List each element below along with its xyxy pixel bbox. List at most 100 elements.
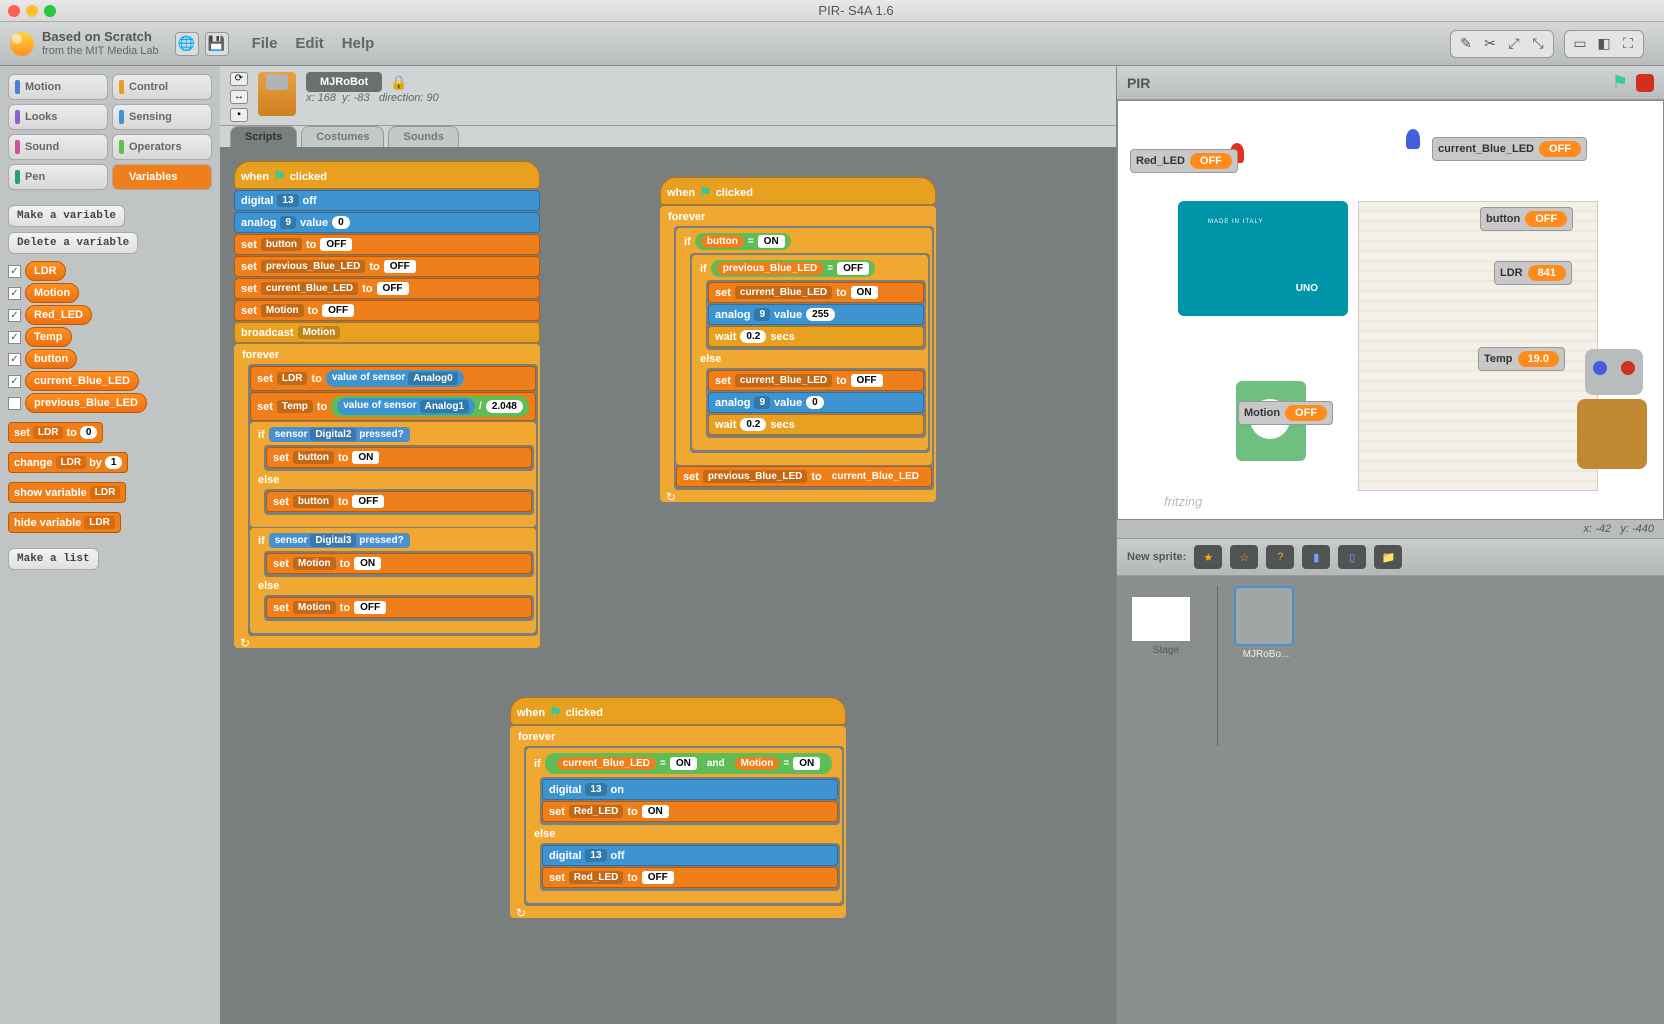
stage-thumbnail[interactable]: Stage <box>1131 596 1201 656</box>
category-looks[interactable]: Looks <box>8 104 108 130</box>
forever-3[interactable]: forever if current_Blue_LED=ON and Motio… <box>510 726 846 918</box>
make-list-button[interactable]: Make a list <box>8 548 99 570</box>
language-icon[interactable]: 🌐 <box>175 32 199 56</box>
set-prev-to-cur[interactable]: setprevious_Blue_LEDtocurrent_Blue_LED <box>676 466 932 487</box>
var-checkbox[interactable]: ✓ <box>8 375 21 388</box>
menu-edit[interactable]: Edit <box>295 35 323 52</box>
var-pill[interactable]: previous_Blue_LED <box>25 393 147 413</box>
shrink-icon[interactable]: ⤡ <box>1529 35 1547 53</box>
folder-icon[interactable]: 📁 <box>1374 545 1402 569</box>
if-digital3[interactable]: ifsensor Digital3 pressed? setMotiontoON… <box>250 528 536 633</box>
watcher-button[interactable]: buttonOFF <box>1480 207 1573 231</box>
var-pill[interactable]: current_Blue_LED <box>25 371 139 391</box>
hide-var-block[interactable]: hide variable LDR <box>8 512 121 533</box>
hat-when-flag-2[interactable]: when⚑clicked <box>660 177 936 205</box>
hat-when-flag-3[interactable]: when⚑clicked <box>510 697 846 725</box>
tab-scripts[interactable]: Scripts <box>230 126 297 147</box>
var-checkbox[interactable]: ✓ <box>8 265 21 278</box>
green-flag-icon: ⚑ <box>273 168 286 185</box>
rotate-free-icon[interactable]: ⟳ <box>230 72 248 86</box>
if-digital2[interactable]: ifsensor Digital2 pressed? setbuttontoON… <box>250 422 536 527</box>
normal-stage-icon[interactable]: ◧ <box>1595 35 1613 53</box>
make-variable-button[interactable]: Make a variable <box>8 205 125 227</box>
window-close[interactable] <box>8 5 20 17</box>
digital-off-block[interactable]: digital13off <box>234 190 540 211</box>
set-button-off[interactable]: setbuttontoOFF <box>234 234 540 255</box>
broadcast-motion[interactable]: broadcastMotion <box>234 322 540 343</box>
analog-value-block[interactable]: analog9value0 <box>234 212 540 233</box>
sprite-thumb-mjrobot[interactable]: MJRoBo... <box>1234 586 1298 660</box>
set-curblue-off[interactable]: setcurrent_Blue_LEDtoOFF <box>234 278 540 299</box>
green-flag-button[interactable]: ⚑ <box>1612 72 1628 93</box>
tab-costumes[interactable]: Costumes <box>301 126 384 147</box>
script-stack-2[interactable]: when⚑clicked forever ifbutton=ON ifprevi… <box>660 177 936 503</box>
var-checkbox[interactable]: ✓ <box>8 309 21 322</box>
watcher-LDR[interactable]: LDR841 <box>1494 261 1572 285</box>
watcher-Red_LED[interactable]: Red_LEDOFF <box>1130 149 1238 173</box>
stage-canvas[interactable]: fritzing Red_LEDOFFcurrent_Blue_LEDOFFbu… <box>1117 100 1664 520</box>
category-motion[interactable]: Motion <box>8 74 108 100</box>
watcher-Temp[interactable]: Temp19.0 <box>1478 347 1565 371</box>
menu-bar: File Edit Help <box>252 35 375 52</box>
if-button-on[interactable]: ifbutton=ON ifprevious_Blue_LED=OFF setc… <box>676 228 932 465</box>
script-stack-1[interactable]: when⚑clicked digital13off analog9value0 … <box>234 161 540 649</box>
set-prevblue-off[interactable]: setprevious_Blue_LEDtoOFF <box>234 256 540 277</box>
var-checkbox[interactable]: ✓ <box>8 287 21 300</box>
stop-button[interactable] <box>1636 74 1654 92</box>
watcher-Motion[interactable]: MotionOFF <box>1238 401 1333 425</box>
if-curblue-and-motion[interactable]: if current_Blue_LED=ON and Motion=ON dig… <box>526 748 842 903</box>
category-pen[interactable]: Pen <box>8 164 108 190</box>
script-area[interactable]: when⚑clicked digital13off analog9value0 … <box>220 147 1116 1024</box>
forever-1[interactable]: forever setLDRtovalue of sensorAnalog0 s… <box>234 344 540 648</box>
tab-sounds[interactable]: Sounds <box>388 126 458 147</box>
set-temp-sensor[interactable]: setTemptovalue of sensorAnalog1 / 2.048 <box>250 392 536 421</box>
var-pill[interactable]: button <box>25 349 77 369</box>
menu-help[interactable]: Help <box>342 35 375 52</box>
var-checkbox[interactable]: ✓ <box>8 353 21 366</box>
cut-icon[interactable]: ✂ <box>1481 35 1499 53</box>
sprite-tabs: Scripts Costumes Sounds <box>220 126 1116 147</box>
present-icon[interactable]: ⛶ <box>1619 35 1637 53</box>
var-checkbox[interactable] <box>8 397 21 410</box>
window-minimize[interactable] <box>26 5 38 17</box>
show-var-block[interactable]: show variable LDR <box>8 482 126 503</box>
sprite-name-field[interactable]: MJRoBot <box>306 72 382 92</box>
choose-sprite-icon[interactable]: ☆ <box>1230 545 1258 569</box>
var-checkbox[interactable]: ✓ <box>8 331 21 344</box>
menu-file[interactable]: File <box>252 35 278 52</box>
save-icon[interactable]: 💾 <box>205 32 229 56</box>
surprise-sprite-icon[interactable]: ? <box>1266 545 1294 569</box>
window-zoom[interactable] <box>44 5 56 17</box>
var-pill[interactable]: Temp <box>25 327 72 347</box>
script-stack-3[interactable]: when⚑clicked forever if current_Blue_LED… <box>510 697 846 919</box>
category-variables[interactable]: Variables <box>112 164 212 190</box>
sort-2-icon[interactable]: ▯ <box>1338 545 1366 569</box>
watcher-current_Blue_LED[interactable]: current_Blue_LEDOFF <box>1432 137 1587 161</box>
category-sensing[interactable]: Sensing <box>112 104 212 130</box>
small-stage-icon[interactable]: ▭ <box>1571 35 1589 53</box>
change-var-block[interactable]: change LDR by 1 <box>8 452 128 473</box>
hat-when-flag[interactable]: when⚑clicked <box>234 161 540 189</box>
rotate-flip-icon[interactable]: ↔ <box>230 90 248 104</box>
grow-icon[interactable]: ⤢ <box>1505 35 1523 53</box>
sprite-thumbnail[interactable] <box>258 72 296 116</box>
sort-1-icon[interactable]: ▮ <box>1302 545 1330 569</box>
var-pill[interactable]: LDR <box>25 261 66 281</box>
var-pill[interactable]: Motion <box>25 283 79 303</box>
forever-2[interactable]: forever ifbutton=ON ifprevious_Blue_LED=… <box>660 206 936 502</box>
category-control[interactable]: Control <box>112 74 212 100</box>
rotate-none-icon[interactable]: ▪ <box>230 108 248 122</box>
robot-sprite[interactable] <box>1533 349 1653 509</box>
stamp-icon[interactable]: ✎ <box>1457 35 1475 53</box>
var-pill[interactable]: Red_LED <box>25 305 92 325</box>
stage-coords: x: -42 y: -440 <box>1117 520 1664 538</box>
set-var-block[interactable]: set LDR to 0 <box>8 422 103 443</box>
if-prevblue-off[interactable]: ifprevious_Blue_LED=OFF setcurrent_Blue_… <box>692 255 928 450</box>
paint-sprite-icon[interactable]: ★ <box>1194 545 1222 569</box>
set-ldr-sensor[interactable]: setLDRtovalue of sensorAnalog0 <box>250 366 536 391</box>
lock-icon[interactable]: 🔒 <box>390 74 407 91</box>
category-sound[interactable]: Sound <box>8 134 108 160</box>
delete-variable-button[interactable]: Delete a variable <box>8 232 138 254</box>
set-motion-off[interactable]: setMotiontoOFF <box>234 300 540 321</box>
category-operators[interactable]: Operators <box>112 134 212 160</box>
